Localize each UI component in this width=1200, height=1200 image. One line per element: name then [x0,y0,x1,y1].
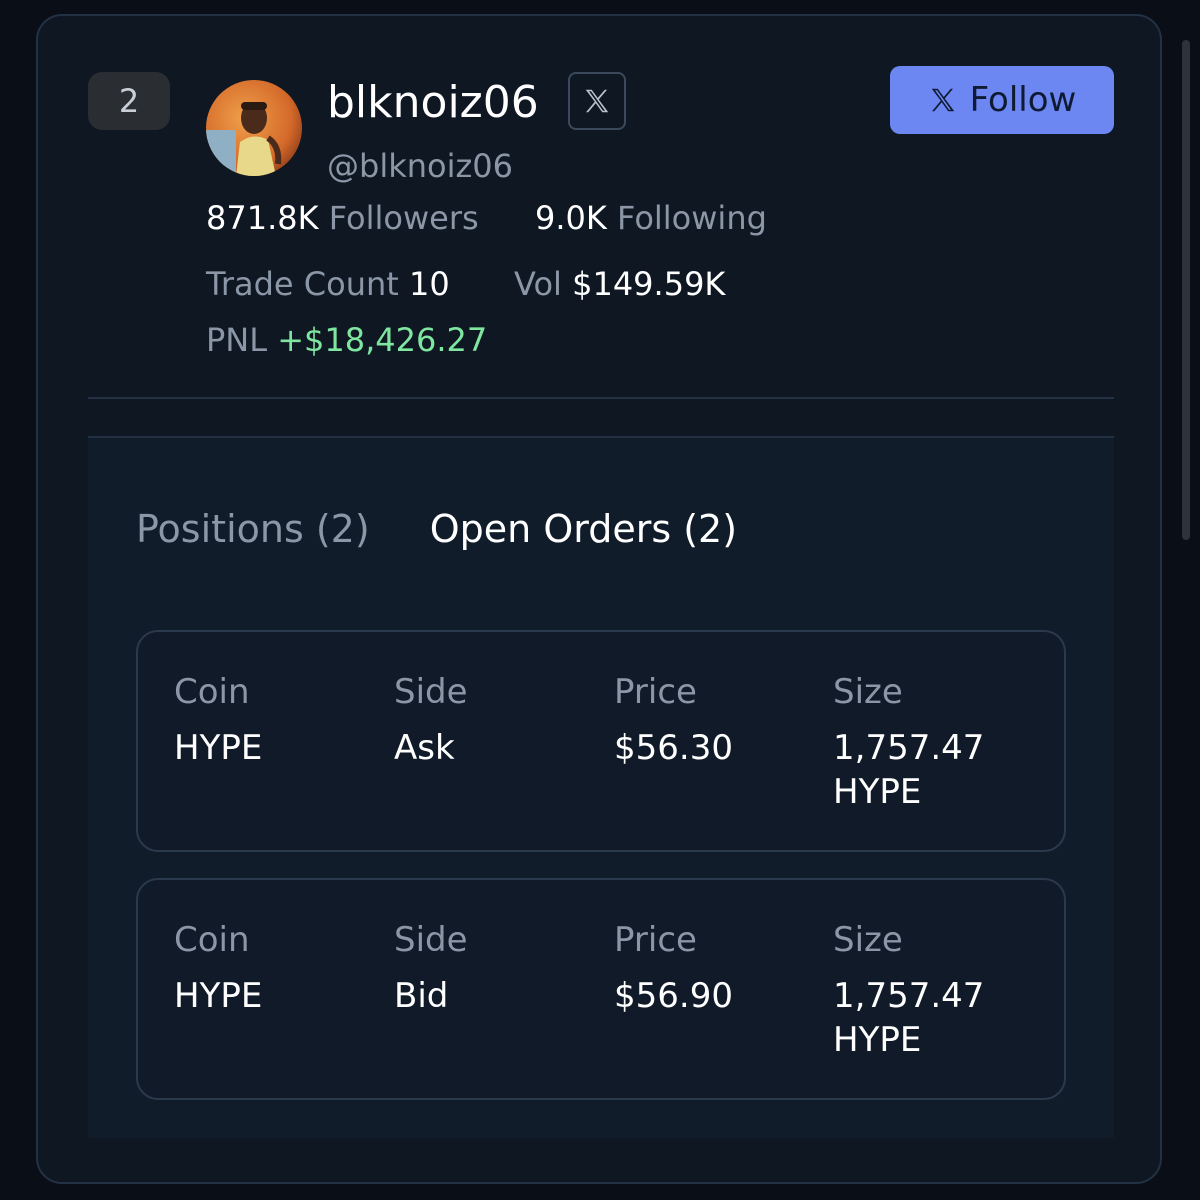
order-card: Coin HYPE Side Bid Price $56.90 Size 1,7… [136,878,1066,1100]
order-card: Coin HYPE Side Ask Price $56.30 Size 1,7… [136,630,1066,852]
volume-label: Vol [514,265,562,303]
size-column: Size 1,757.47 HYPE [833,918,1033,1062]
size-value: 1,757.47 HYPE [833,726,1033,814]
trade-count-value: 10 [408,265,450,303]
size-value: 1,757.47 HYPE [833,974,1033,1062]
following-count: 9.0K [535,199,607,237]
side-value: Ask [394,728,455,768]
price-column: Price $56.90 [614,918,814,1018]
coin-column: Coin HYPE [174,918,374,1018]
volume-value: $149.59K [572,265,726,303]
follow-button-label: Follow [969,80,1077,120]
size-column: Size 1,757.47 HYPE [833,670,1033,814]
coin-column: Coin HYPE [174,670,374,770]
scrollbar[interactable] [1182,40,1190,540]
price-value: $56.30 [614,728,733,768]
trade-stats: Trade Count 10 Vol $149.59K [206,264,725,304]
user-handle: @blknoiz06 [327,147,513,185]
trader-card: 2 blknoiz06 @blknoiz06 Follow 871.8K Fol… [36,14,1162,1184]
orders-panel: Positions (2) Open Orders (2) Coin HYPE … [88,436,1114,1138]
side-column: Side Ask [394,670,594,770]
tab-open-orders[interactable]: Open Orders (2) [430,507,737,551]
avatar[interactable] [206,80,302,176]
price-value: $56.90 [614,976,733,1016]
price-header: Price [614,920,697,960]
following-label: Following [617,199,767,237]
size-amount: 1,757.47 [833,976,985,1016]
size-header: Size [833,920,903,960]
size-unit: HYPE [833,1020,922,1060]
pnl-value: +$18,426.27 [277,321,488,359]
followers-count: 871.8K [206,199,319,237]
x-profile-link[interactable] [568,72,626,130]
avatar-image [206,80,302,176]
price-column: Price $56.30 [614,670,814,770]
coin-header: Coin [174,920,250,960]
side-header: Side [394,920,468,960]
coin-value: HYPE [174,728,263,768]
pnl-stats: PNL +$18,426.27 [206,320,487,360]
pnl-label: PNL [206,321,268,359]
username[interactable]: blknoiz06 [327,76,539,130]
trade-count-label: Trade Count [206,265,399,303]
followers-label: Followers [328,199,479,237]
rank-badge: 2 [88,72,170,130]
follow-button[interactable]: Follow [890,66,1114,134]
x-logo-icon [931,88,954,112]
coin-value: HYPE [174,976,263,1016]
social-stats: 871.8K Followers 9.0K Following [206,198,767,238]
tab-positions[interactable]: Positions (2) [136,507,370,551]
side-header: Side [394,672,468,712]
side-column: Side Bid [394,918,594,1018]
tab-bar: Positions (2) Open Orders (2) [136,504,737,554]
size-header: Size [833,672,903,712]
price-header: Price [614,672,697,712]
page: 2 blknoiz06 @blknoiz06 Follow 871.8K Fol… [0,0,1200,1200]
coin-header: Coin [174,672,250,712]
size-amount: 1,757.47 [833,728,985,768]
x-logo-icon [585,89,609,113]
side-value: Bid [394,976,449,1016]
size-unit: HYPE [833,772,922,812]
divider [88,397,1114,399]
